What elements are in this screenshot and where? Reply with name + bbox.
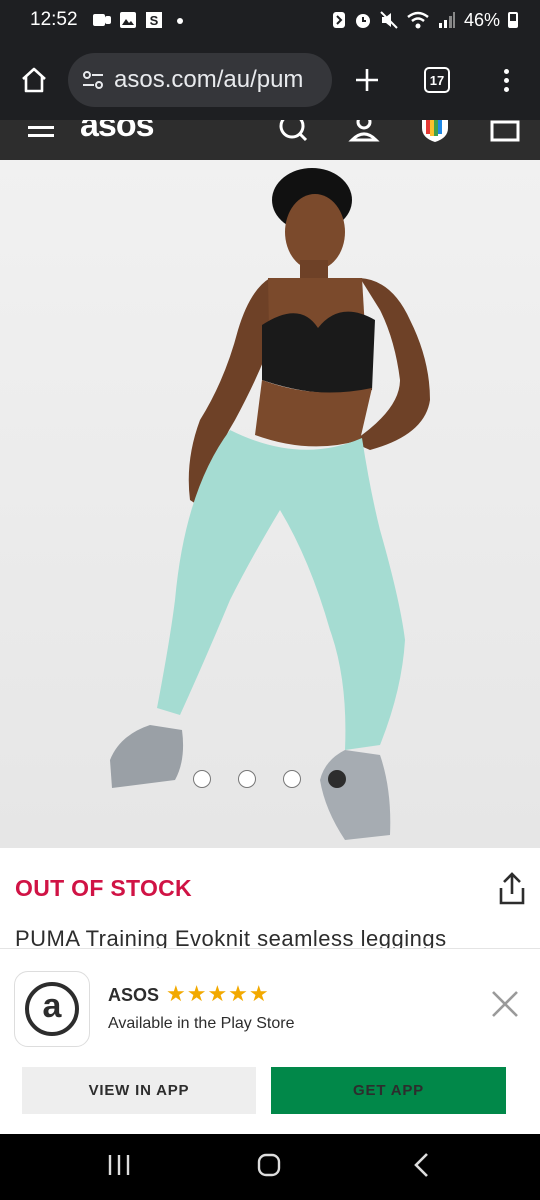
battery-icon [508,12,518,28]
plus-icon [356,69,378,91]
clock: 12:52 [30,9,78,30]
stock-status: OUT OF STOCK [15,875,192,901]
app-name: ASOS [108,985,160,1005]
carousel-dot-4[interactable] [328,770,346,788]
address-bar[interactable]: asos.com/au/pum [68,53,332,107]
signal-icon [438,12,455,28]
saved-items-icon[interactable] [420,120,450,144]
new-tab-button[interactable] [332,40,402,120]
carousel-dot-3[interactable] [283,770,301,788]
site-settings-icon[interactable] [80,67,106,93]
status-bar: 12:52 S 46% [0,0,540,40]
product-info: OUT OF STOCK PUMA Training Evoknit seaml… [0,848,540,951]
alarm-icon [355,14,370,28]
system-nav-bar [0,1134,540,1200]
rating-stars: ★★★★★ [166,981,270,1006]
get-app-button[interactable]: GET APP [271,1067,506,1114]
tab-count: 17 [424,67,450,93]
gallery-icon [118,11,138,29]
asos-app-icon: a [14,971,90,1047]
home-button[interactable] [0,40,68,120]
carousel-dot-1[interactable] [193,770,211,788]
asos-logo[interactable]: asos [80,120,154,145]
battery-percent: 46% [463,9,500,30]
system-icons: 46% [332,10,518,31]
product-photo [0,160,540,848]
share-icon[interactable] [498,872,526,906]
app-install-banner: a ASOS ★★★★★ Available in the Play Store… [0,948,540,1134]
close-icon[interactable] [490,989,520,1019]
more-menu-button[interactable] [472,40,540,120]
url-text: asos.com/au/pum [114,66,304,93]
store-text: Available in the Play Store [108,1015,295,1032]
product-image[interactable] [0,160,540,848]
browser-toolbar: asos.com/au/pum 17 [0,40,540,120]
menu-line [28,134,54,137]
nfc-icon [332,12,345,28]
tab-switcher-button[interactable]: 17 [402,40,472,120]
menu-icon[interactable] [28,120,54,142]
search-icon[interactable] [278,120,310,144]
account-icon[interactable] [348,120,380,144]
bag-icon[interactable] [490,120,520,144]
menu-line [28,126,54,129]
home-nav-icon[interactable] [256,1152,282,1178]
more-dot-icon [503,86,509,92]
home-icon [22,67,46,93]
carousel-dot-2[interactable] [238,770,256,788]
view-in-app-button[interactable]: VIEW IN APP [22,1067,256,1114]
notification-icons: S [92,11,190,29]
mute-icon [380,11,398,29]
wifi-icon [407,11,429,29]
recent-apps-icon[interactable] [106,1152,132,1178]
back-icon[interactable] [410,1152,434,1178]
more-dot-icon [503,77,509,83]
s-app-icon: S [144,11,164,29]
image-carousel-dots [0,770,540,790]
dot-icon [170,11,190,29]
more-dot-icon [503,68,509,74]
site-header: asos [0,120,540,160]
asos-a-logo: a [25,982,79,1036]
svg-text:S: S [149,13,158,28]
teams-icon [92,11,112,29]
